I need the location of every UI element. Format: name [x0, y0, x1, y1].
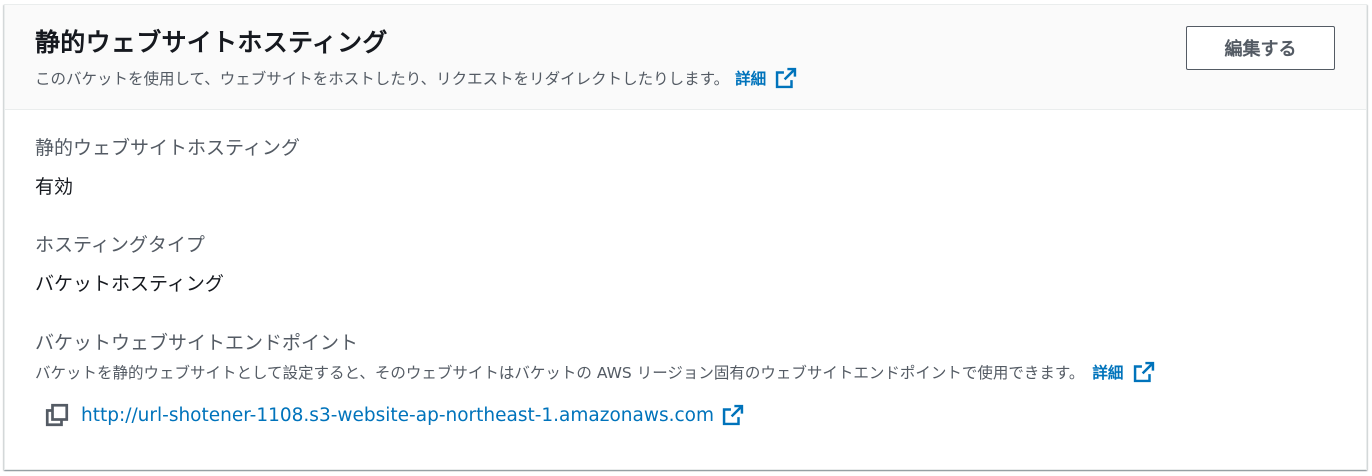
panel-description-text: このバケットを使用して、ウェブサイトをホストしたり、リクエストをリダイレクトした…: [35, 70, 730, 88]
hosting-label: 静的ウェブサイトホスティング: [35, 137, 300, 159]
copy-icon[interactable]: [45, 403, 69, 427]
endpoint-label: バケットウェブサイトエンドポイント: [35, 332, 359, 354]
edit-button[interactable]: 編集する: [1186, 26, 1335, 70]
panel-header: 静的ウェブサイトホスティング このバケットを使用して、ウェブサイトをホストしたり…: [5, 5, 1366, 110]
external-link-icon[interactable]: [722, 404, 744, 426]
hosting-type-value: バケットホスティング: [35, 273, 224, 295]
hosting-value: 有効: [35, 176, 74, 198]
endpoint-url-link[interactable]: http://url-shotener-1108.s3-website-ap-n…: [81, 405, 714, 426]
endpoint-description-text: バケットを静的ウェブサイトとして設定すると、そのウェブサイトはバケットの AWS…: [35, 364, 1085, 382]
static-website-hosting-panel: 静的ウェブサイトホスティング このバケットを使用して、ウェブサイトをホストしたり…: [4, 4, 1367, 470]
hosting-type-label: ホスティングタイプ: [35, 234, 205, 256]
external-link-icon[interactable]: [1133, 361, 1155, 383]
learn-more-link[interactable]: 詳細: [735, 67, 766, 89]
endpoint-learn-more-link[interactable]: 詳細: [1092, 361, 1123, 383]
endpoint-url-row: http://url-shotener-1108.s3-website-ap-n…: [45, 403, 744, 427]
endpoint-description: バケットを静的ウェブサイトとして設定すると、そのウェブサイトはバケットの AWS…: [35, 361, 1155, 383]
external-link-icon[interactable]: [775, 67, 797, 89]
panel-description: このバケットを使用して、ウェブサイトをホストしたり、リクエストをリダイレクトした…: [35, 67, 797, 89]
panel-title: 静的ウェブサイトホスティング: [35, 28, 388, 57]
